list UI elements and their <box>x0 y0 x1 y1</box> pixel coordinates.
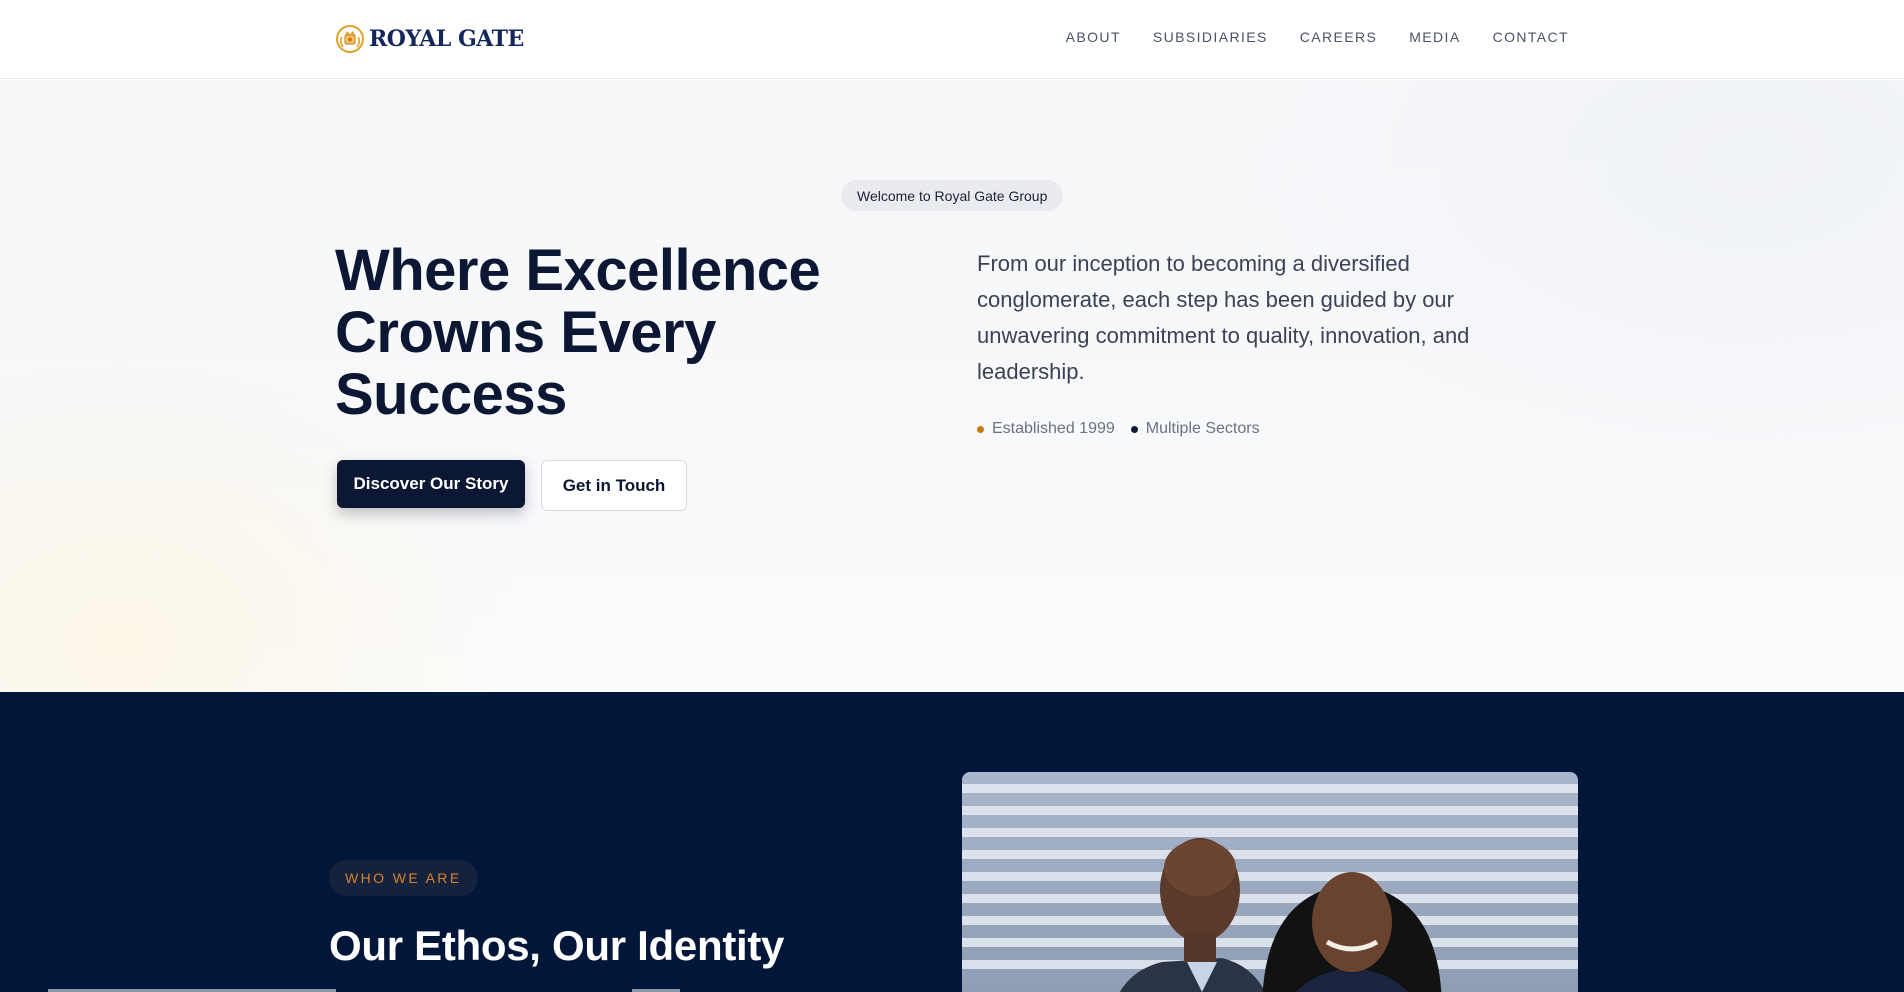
welcome-badge: Welcome to Royal Gate Group <box>841 180 1064 211</box>
brand-logo[interactable]: ROYAL GATE <box>335 22 524 56</box>
hero-section: Welcome to Royal Gate Group Where Excell… <box>0 80 1904 692</box>
crest-icon <box>336 25 364 53</box>
hero-title-line: Where Excellence <box>335 238 821 303</box>
section-badge: WHO WE ARE <box>329 860 478 896</box>
brand-name: ROYAL GATE <box>369 26 524 52</box>
nav-about[interactable]: ABOUT <box>1066 29 1121 45</box>
site-header: ROYAL GATE ABOUT SUBSIDIARIES CAREERS ME… <box>0 0 1904 79</box>
hero-title-line: Crowns Every <box>335 300 716 365</box>
about-section: WHO WE ARE Our Ethos, Our Identity <box>0 692 1904 992</box>
discover-story-button[interactable]: Discover Our Story <box>337 460 525 508</box>
navy-dot-icon <box>1130 425 1138 433</box>
nav-subsidiaries[interactable]: SUBSIDIARIES <box>1153 29 1268 45</box>
section-title: Our Ethos, Our Identity <box>329 922 785 969</box>
hero-description: From our inception to becoming a diversi… <box>977 251 1470 384</box>
gold-dot-icon <box>977 425 984 433</box>
meta-sectors: Multiple Sectors <box>1130 420 1260 438</box>
get-in-touch-button[interactable]: Get in Touch <box>541 460 687 511</box>
nav-contact[interactable]: CONTACT <box>1493 29 1569 45</box>
meta-established-label: Established 1999 <box>992 420 1115 437</box>
nav-careers[interactable]: CAREERS <box>1300 29 1377 45</box>
hero-meta: Established 1999 Multiple Sectors <box>977 420 1260 438</box>
main-nav: ABOUT SUBSIDIARIES CAREERS MEDIA CONTACT <box>1066 29 1569 45</box>
meta-established: Established 1999 <box>977 420 1115 438</box>
hero-title-line: Success <box>335 362 567 427</box>
founders-photo-image <box>962 772 1578 992</box>
hero-title: Where Excellence Crowns Every Success <box>335 240 895 426</box>
meta-sectors-label: Multiple Sectors <box>1145 420 1260 437</box>
founders-photo <box>962 772 1578 992</box>
nav-media[interactable]: MEDIA <box>1409 29 1460 45</box>
